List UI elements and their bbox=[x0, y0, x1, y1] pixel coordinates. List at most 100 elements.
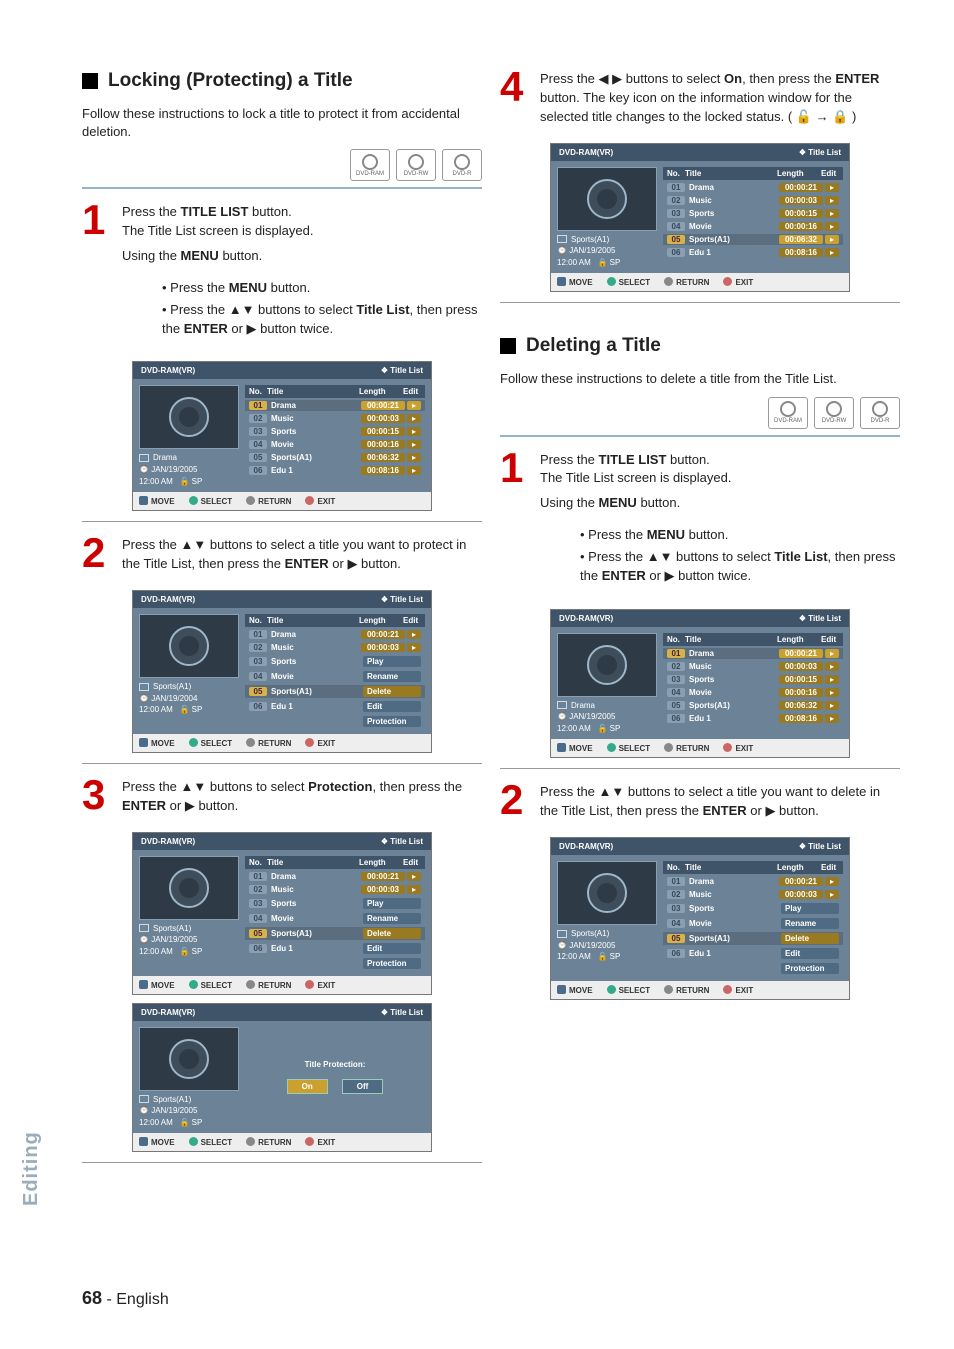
title-thumbnail bbox=[557, 861, 657, 925]
nav-hint-select: SELECT bbox=[189, 1137, 233, 1147]
title-row[interactable]: 05 Sports(A1) 00:06:32 ▸ bbox=[663, 700, 843, 711]
title-row[interactable]: 03Sports Play bbox=[245, 897, 425, 910]
protection-on-button[interactable]: On bbox=[287, 1079, 328, 1094]
nav-hint-exit: EXIT bbox=[305, 980, 335, 990]
col-title: Title bbox=[267, 858, 359, 867]
nav-hint-return: RETURN bbox=[664, 743, 709, 753]
step-text: Press the ▲▼ buttons to select a title y… bbox=[540, 783, 900, 821]
col-edit: Edit bbox=[821, 169, 839, 178]
edit-menu-item[interactable]: Edit bbox=[363, 943, 421, 954]
disc-icon: DVD-R bbox=[860, 397, 900, 429]
edit-menu-item[interactable]: Protection bbox=[781, 963, 839, 974]
edit-menu-item[interactable]: Edit bbox=[781, 948, 839, 959]
title-meta: Sports(A1) JAN/19/2005 12:00 AM SP bbox=[557, 235, 657, 268]
step-text: Press the ▲▼ buttons to select Protectio… bbox=[122, 778, 482, 816]
title-row[interactable]: 02 Music 00:00:03 ▸ bbox=[245, 413, 425, 424]
title-row[interactable]: 03 Sports 00:00:15 ▸ bbox=[245, 426, 425, 437]
step-text: Press the TITLE LIST button. The Title L… bbox=[122, 203, 482, 241]
edit-menu-item[interactable]: Rename bbox=[781, 918, 839, 929]
title-row[interactable]: 03Sports Play bbox=[663, 902, 843, 915]
title-row[interactable]: 00 Protection bbox=[245, 715, 425, 728]
title-row[interactable]: 05 Sports(A1) 00:06:32 ▸ bbox=[245, 452, 425, 463]
title-row[interactable]: 02 Music 00:00:03 ▸ bbox=[663, 661, 843, 672]
edit-menu-item[interactable]: Play bbox=[781, 903, 839, 914]
col-edit: Edit bbox=[821, 863, 839, 872]
protection-label: Title Protection: bbox=[305, 1060, 366, 1069]
col-no: No. bbox=[667, 635, 685, 644]
title-row[interactable]: 06 Edu 1 00:08:16 ▸ bbox=[245, 465, 425, 476]
title-row[interactable]: 04Movie Rename bbox=[663, 917, 843, 930]
title-row[interactable]: 05Sports(A1) Delete bbox=[663, 932, 843, 945]
title-list-screen: DVD-RAM(VR)❖ Title List Sports(A1) JAN/1… bbox=[132, 832, 432, 995]
protection-dialog-screen: DVD-RAM(VR)❖ Title List Sports(A1) JAN/1… bbox=[132, 1003, 432, 1153]
title-row[interactable]: 06 Edu 1 00:08:16 ▸ bbox=[663, 247, 843, 258]
title-row[interactable]: 06Edu 1 Edit bbox=[245, 942, 425, 955]
screen-title-label: ❖ Title List bbox=[381, 1008, 423, 1017]
title-row[interactable]: 01Drama 00:00:21▸ bbox=[663, 876, 843, 887]
col-length: Length bbox=[777, 635, 821, 644]
step-number: 1 bbox=[82, 203, 110, 351]
nav-hint-select: SELECT bbox=[607, 743, 651, 753]
title-row[interactable]: 04Movie Rename bbox=[245, 670, 425, 683]
title-meta: Drama JAN/19/2005 12:00 AM SP bbox=[139, 453, 239, 486]
edit-menu-item[interactable]: Rename bbox=[363, 913, 421, 924]
edit-menu-item[interactable]: Protection bbox=[363, 958, 421, 969]
title-row[interactable]: 03 Sports 00:00:15 ▸ bbox=[663, 674, 843, 685]
screen-title-label: ❖ Title List bbox=[381, 366, 423, 375]
title-row[interactable]: 04 Movie 00:00:16 ▸ bbox=[663, 687, 843, 698]
edit-menu-item[interactable]: Edit bbox=[363, 701, 421, 712]
title-row[interactable]: 01 Drama 00:00:21 ▸ bbox=[663, 648, 843, 659]
nav-hint-move: MOVE bbox=[557, 985, 593, 995]
title-list-screen: DVD-RAM(VR)❖ Title List Sports(A1) JAN/1… bbox=[132, 590, 432, 753]
nav-hint-select: SELECT bbox=[189, 738, 233, 748]
step-subhead: Using the MENU button. bbox=[122, 247, 482, 266]
title-row[interactable]: 00 Protection bbox=[663, 962, 843, 975]
title-row[interactable]: 06Edu 1 Edit bbox=[245, 700, 425, 713]
title-row[interactable]: 03Sports Play bbox=[245, 655, 425, 668]
col-title: Title bbox=[685, 635, 777, 644]
col-no: No. bbox=[667, 863, 685, 872]
edit-menu-item[interactable]: Protection bbox=[363, 716, 421, 727]
title-row[interactable]: 00 Protection bbox=[245, 957, 425, 970]
screen-title-label: ❖ Title List bbox=[799, 614, 841, 623]
title-row[interactable]: 06 Edu 1 00:08:16 ▸ bbox=[663, 713, 843, 724]
screen-title-label: ❖ Title List bbox=[799, 148, 841, 157]
nav-hint-move: MOVE bbox=[557, 277, 593, 287]
edit-menu-item[interactable]: Delete bbox=[363, 686, 421, 697]
nav-hint-return: RETURN bbox=[664, 985, 709, 995]
title-row[interactable]: 05Sports(A1) Delete bbox=[245, 685, 425, 698]
step-bullet: Press the ▲▼ buttons to select Title Lis… bbox=[580, 548, 900, 586]
nav-hint-exit: EXIT bbox=[723, 985, 753, 995]
nav-hint-move: MOVE bbox=[139, 496, 175, 506]
title-thumbnail bbox=[139, 614, 239, 678]
title-row[interactable]: 01 Drama 00:00:21 ▸ bbox=[663, 182, 843, 193]
title-row[interactable]: 02Music 00:00:03▸ bbox=[245, 884, 425, 895]
edit-menu-item[interactable]: Play bbox=[363, 898, 421, 909]
nav-hint-select: SELECT bbox=[607, 277, 651, 287]
nav-hint-return: RETURN bbox=[246, 1137, 291, 1147]
edit-menu-item[interactable]: Rename bbox=[363, 671, 421, 682]
title-row[interactable]: 04 Movie 00:00:16 ▸ bbox=[245, 439, 425, 450]
step-subhead: Using the MENU button. bbox=[540, 494, 900, 513]
title-row[interactable]: 01 Drama 00:00:21 ▸ bbox=[245, 400, 425, 411]
protection-off-button[interactable]: Off bbox=[342, 1079, 384, 1094]
screen-device-label: DVD-RAM(VR) bbox=[141, 1008, 195, 1017]
nav-hint-select: SELECT bbox=[189, 496, 233, 506]
title-row[interactable]: 01Drama 00:00:21▸ bbox=[245, 629, 425, 640]
title-row[interactable]: 02 Music 00:00:03 ▸ bbox=[663, 195, 843, 206]
title-row[interactable]: 04Movie Rename bbox=[245, 912, 425, 925]
title-row[interactable]: 04 Movie 00:00:16 ▸ bbox=[663, 221, 843, 232]
edit-menu-item[interactable]: Delete bbox=[363, 928, 421, 939]
title-row[interactable]: 06Edu 1 Edit bbox=[663, 947, 843, 960]
title-row[interactable]: 05Sports(A1) Delete bbox=[245, 927, 425, 940]
nav-hint-select: SELECT bbox=[189, 980, 233, 990]
title-list-screen: DVD-RAM(VR)❖ Title List Sports(A1) JAN/1… bbox=[550, 143, 850, 293]
title-row[interactable]: 01Drama 00:00:21▸ bbox=[245, 871, 425, 882]
title-row[interactable]: 03 Sports 00:00:15 ▸ bbox=[663, 208, 843, 219]
edit-menu-item[interactable]: Delete bbox=[781, 933, 839, 944]
title-row[interactable]: 02Music 00:00:03▸ bbox=[245, 642, 425, 653]
nav-hint-exit: EXIT bbox=[305, 496, 335, 506]
title-row[interactable]: 02Music 00:00:03▸ bbox=[663, 889, 843, 900]
title-row[interactable]: 05 Sports(A1) 00:06:32 ▸ bbox=[663, 234, 843, 245]
edit-menu-item[interactable]: Play bbox=[363, 656, 421, 667]
